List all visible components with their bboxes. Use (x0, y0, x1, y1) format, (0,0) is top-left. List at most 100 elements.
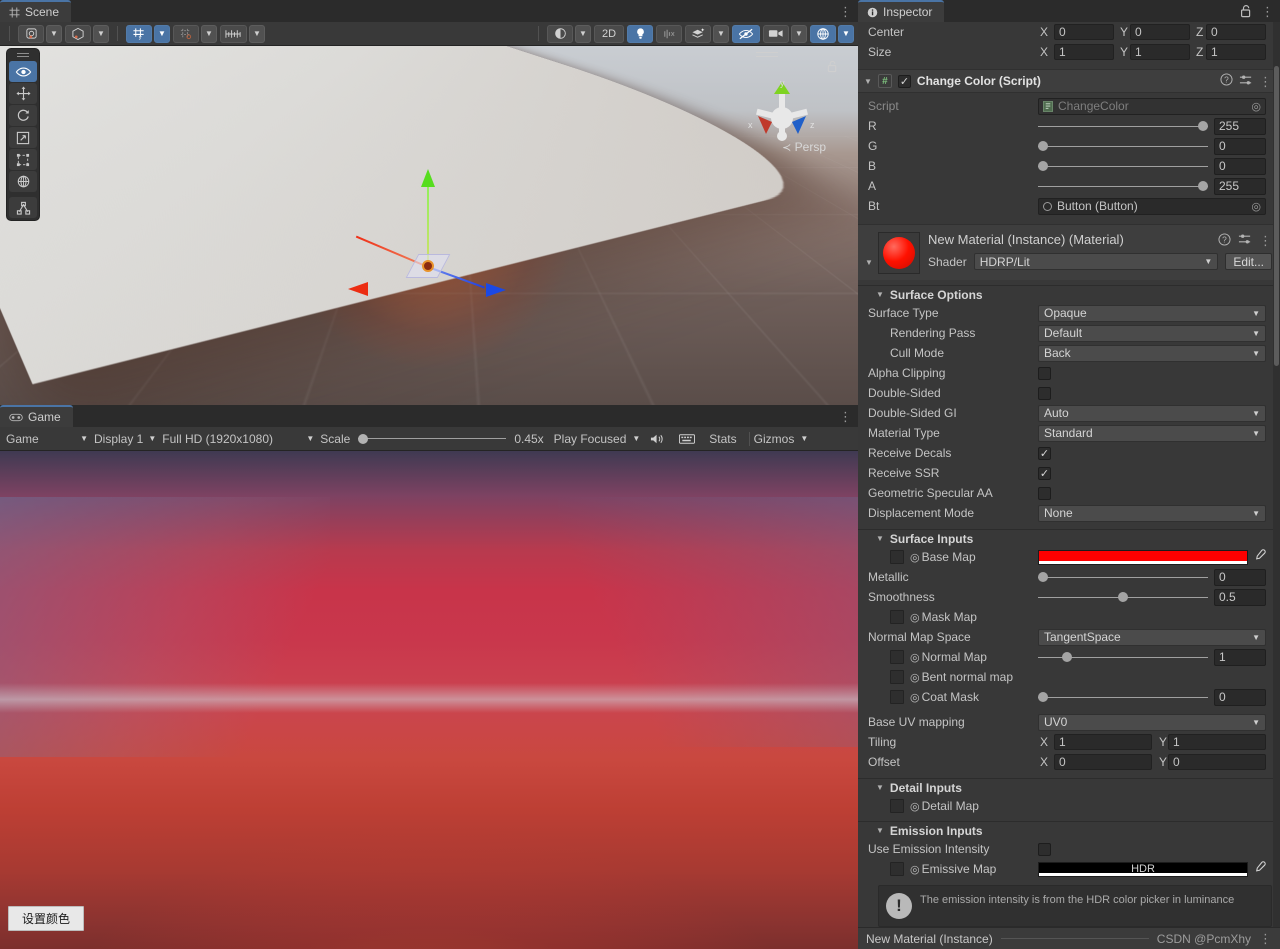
gizmo-arrow-y[interactable] (421, 169, 435, 187)
gizmos-icon[interactable] (810, 24, 836, 43)
bent-normal-map-texture-slot[interactable] (890, 670, 904, 684)
surface-inputs-header[interactable]: ▼ Surface Inputs (858, 529, 1280, 547)
r-value-input[interactable]: 255 (1214, 117, 1266, 135)
stats-button[interactable]: Stats (705, 432, 740, 446)
surface-options-header[interactable]: ▼ Surface Options (858, 285, 1280, 303)
bt-object-field[interactable]: Button (Button) ◎ (1038, 197, 1266, 215)
scene-projection-label[interactable]: ≺ Persp (782, 140, 826, 154)
game-viewport[interactable]: 设置颜色 (0, 451, 858, 949)
view-options-dropdown[interactable]: ▼ (46, 24, 62, 43)
resolution-dropdown[interactable]: Full HD (1920x1080) ▼ (162, 432, 314, 446)
view-tool[interactable] (9, 61, 37, 82)
detail-inputs-header[interactable]: ▼ Detail Inputs (858, 778, 1280, 796)
receive-decals-checkbox[interactable]: ✓ (1038, 446, 1051, 460)
tab-inspector[interactable]: Inspector (858, 0, 945, 22)
pivot-rotation-icon[interactable] (65, 24, 91, 43)
scale-slider-group[interactable]: Scale 0.45x (320, 432, 543, 446)
inspector-scrollbar-thumb[interactable] (1274, 66, 1279, 366)
center-y-input[interactable]: 0 (1130, 24, 1190, 40)
shading-mode-dropdown[interactable]: ▼ (575, 24, 591, 43)
g-value-input[interactable]: 0 (1214, 137, 1266, 155)
grid-visibility-icon[interactable] (220, 24, 247, 43)
scene-tools-drag-handle[interactable] (9, 51, 37, 60)
script-object-picker-icon[interactable]: ◎ (1251, 100, 1261, 113)
size-x-input[interactable]: 1 (1054, 44, 1114, 60)
offset-vector2[interactable]: X 0 Y 0 (1038, 754, 1266, 770)
mask-map-texture-slot[interactable] (890, 610, 904, 624)
offset-x-input[interactable]: 0 (1054, 754, 1152, 770)
scene-viewport[interactable]: y x z ≺ Persp (0, 46, 858, 405)
audio-mute-icon[interactable] (656, 24, 682, 43)
chevron-down-icon[interactable]: ▼ (864, 77, 872, 86)
keyboard-icon[interactable] (675, 433, 699, 445)
hidden-objects-icon[interactable] (732, 24, 760, 43)
cull-mode-dropdown[interactable]: Back ▼ (1038, 344, 1266, 362)
detail-map-texture-slot[interactable] (890, 799, 904, 813)
eyedropper-icon[interactable] (1253, 861, 1266, 877)
preset-icon[interactable] (1239, 74, 1253, 89)
preset-icon[interactable] (1238, 233, 1252, 248)
normal-map-strength-input[interactable]: 1 (1214, 648, 1266, 666)
script-object-field[interactable]: ChangeColor ◎ (1038, 97, 1266, 115)
alpha-clipping-checkbox[interactable] (1038, 366, 1051, 380)
base-map-color-swatch[interactable] (1038, 549, 1248, 565)
scale-slider-knob[interactable] (358, 433, 369, 444)
shader-edit-button[interactable]: Edit... (1225, 253, 1272, 270)
normal-map-strength-slider[interactable] (1038, 649, 1208, 665)
help-icon[interactable]: ? (1218, 232, 1231, 249)
display-dropdown[interactable]: Display 1 ▼ (94, 432, 156, 446)
aspect-mode-dropdown[interactable]: Game ▼ (2, 432, 88, 446)
center-z-input[interactable]: 0 (1206, 24, 1266, 40)
pivot-dropdown[interactable]: ▼ (93, 24, 109, 43)
offset-y-input[interactable]: 0 (1168, 754, 1266, 770)
base-map-texture-slot[interactable] (890, 550, 904, 564)
scale-tool[interactable] (9, 127, 37, 148)
tiling-x-input[interactable]: 1 (1054, 734, 1152, 750)
geometric-specular-aa-checkbox[interactable] (1038, 486, 1051, 500)
shading-mode-icon[interactable] (547, 24, 573, 43)
rotate-tool[interactable] (9, 105, 37, 126)
g-slider[interactable] (1038, 138, 1208, 154)
help-icon[interactable]: ? (1220, 73, 1233, 89)
use-emission-intensity-checkbox[interactable] (1038, 842, 1051, 856)
rect-tool[interactable] (9, 149, 37, 170)
a-slider[interactable] (1038, 178, 1208, 194)
smoothness-value-input[interactable]: 0.5 (1214, 588, 1266, 606)
lighting-icon[interactable] (627, 24, 653, 43)
size-z-input[interactable]: 1 (1206, 44, 1266, 60)
lock-open-icon[interactable] (827, 60, 838, 76)
speaker-icon[interactable] (646, 433, 669, 445)
gizmo-center-handle[interactable] (422, 260, 434, 272)
metallic-slider[interactable] (1038, 569, 1208, 585)
scene-panel-menu[interactable]: ⋮ (839, 0, 852, 22)
displacement-mode-dropdown[interactable]: None ▼ (1038, 504, 1266, 522)
a-value-input[interactable]: 255 (1214, 177, 1266, 195)
snap-increment-dropdown[interactable]: ▼ (201, 24, 217, 43)
eyedropper-icon[interactable] (1253, 549, 1266, 565)
tab-scene[interactable]: Scene (0, 0, 72, 22)
inspector-scrollbar[interactable] (1273, 22, 1280, 927)
b-value-input[interactable]: 0 (1214, 157, 1266, 175)
transform-tool[interactable] (9, 171, 37, 192)
view-options-icon[interactable] (18, 24, 44, 43)
inspector-panel-menu[interactable]: ⋮ (1261, 0, 1274, 22)
custom-tool[interactable] (9, 197, 37, 218)
scene-camera-icon[interactable] (763, 24, 789, 43)
scene-camera-dropdown[interactable]: ▼ (791, 24, 807, 43)
emissive-color-swatch[interactable]: HDR (1038, 861, 1248, 877)
game-panel-menu[interactable]: ⋮ (839, 405, 852, 427)
center-vector3[interactable]: X 0 Y 0 Z 0 (1038, 24, 1266, 40)
double-sided-checkbox[interactable] (1038, 386, 1051, 400)
material-preview[interactable] (878, 232, 920, 274)
bt-object-picker-icon[interactable]: ◎ (1251, 200, 1261, 213)
grid-visibility-dropdown[interactable]: ▼ (249, 24, 265, 43)
set-color-button[interactable]: 设置颜色 (8, 906, 85, 931)
tiling-vector2[interactable]: X 1 Y 1 (1038, 734, 1266, 750)
shader-dropdown[interactable]: HDRP/Lit ▼ (973, 253, 1219, 270)
normal-map-space-dropdown[interactable]: TangentSpace ▼ (1038, 628, 1266, 646)
normal-map-texture-slot[interactable] (890, 650, 904, 664)
move-tool[interactable] (9, 83, 37, 104)
r-slider[interactable] (1038, 118, 1208, 134)
rendering-pass-dropdown[interactable]: Default ▼ (1038, 324, 1266, 342)
smoothness-slider[interactable] (1038, 589, 1208, 605)
